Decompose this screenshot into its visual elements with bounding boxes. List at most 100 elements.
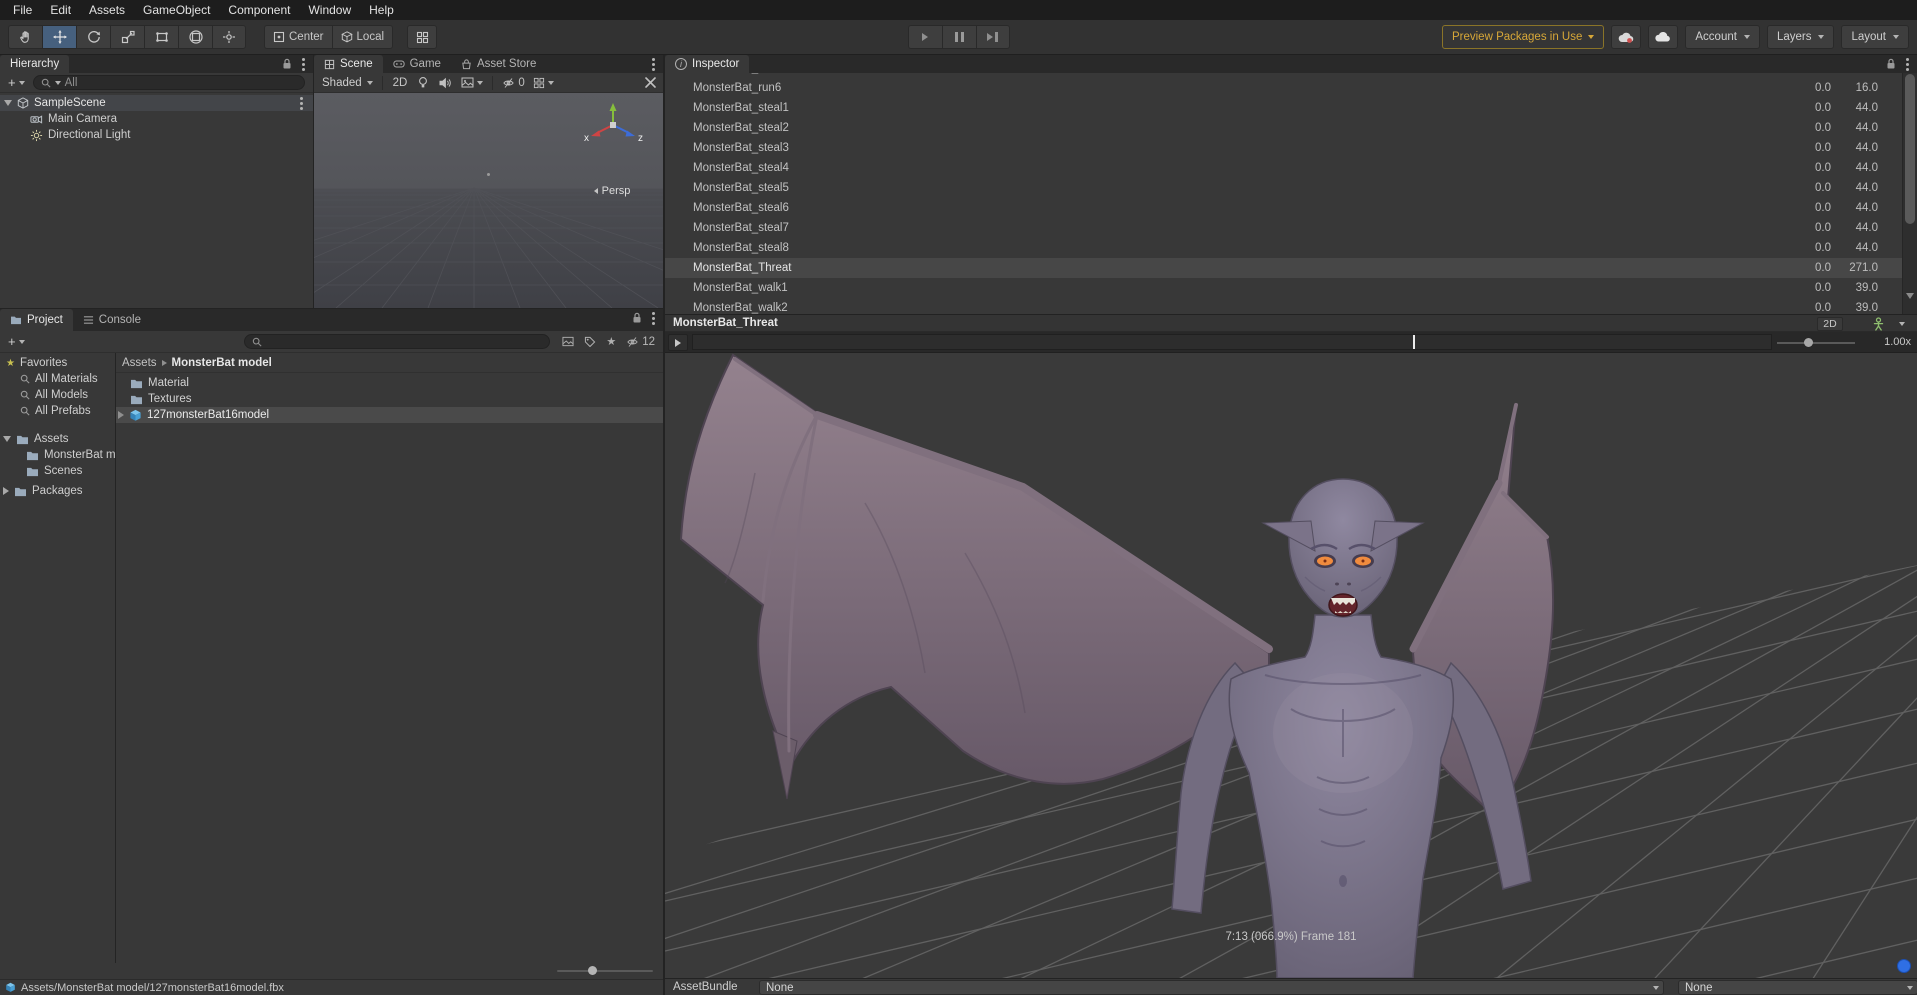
clip-row[interactable]: MonsterBat_run6 0.0 16.0 bbox=[665, 78, 1902, 98]
menu-component[interactable]: Component bbox=[219, 0, 299, 20]
preview-packages-button[interactable]: Preview Packages in Use bbox=[1441, 25, 1605, 49]
clip-row[interactable]: MonsterBat_steal7 0.0 44.0 bbox=[665, 218, 1902, 238]
foldout-open-icon[interactable] bbox=[3, 436, 11, 442]
pivot-local-button[interactable]: Local bbox=[331, 25, 394, 49]
menu-window[interactable]: Window bbox=[299, 0, 360, 20]
favorite-all-prefabs[interactable]: All Prefabs bbox=[0, 403, 115, 419]
folder-assets[interactable]: Assets bbox=[0, 431, 115, 447]
menu-file[interactable]: File bbox=[4, 0, 41, 20]
hierarchy-item-light[interactable]: Directional Light bbox=[0, 127, 313, 143]
hidden-packages-toggle[interactable]: 12 bbox=[626, 336, 655, 348]
lock-icon[interactable] bbox=[282, 58, 292, 70]
tab-inspector[interactable]: i Inspector bbox=[665, 55, 750, 73]
clip-row[interactable]: MonsterBat_steal5 0.0 44.0 bbox=[665, 178, 1902, 198]
hierarchy-item-camera[interactable]: Main Camera bbox=[0, 111, 313, 127]
preview-header[interactable]: MonsterBat_Threat 2D bbox=[665, 314, 1917, 332]
foldout-open-icon[interactable] bbox=[4, 100, 12, 106]
scene-grid-dropdown[interactable] bbox=[529, 77, 558, 89]
tab-hierarchy[interactable]: Hierarchy bbox=[0, 55, 70, 73]
shading-dropdown[interactable]: Shaded bbox=[318, 77, 377, 89]
orientation-gizmo[interactable]: x z bbox=[581, 101, 645, 153]
clip-row[interactable]: MonsterBat_steal6 0.0 44.0 bbox=[665, 198, 1902, 218]
saved-search-star-icon[interactable]: ★ bbox=[606, 335, 616, 348]
favorite-all-models[interactable]: All Models bbox=[0, 387, 115, 403]
model-preview-area[interactable]: 7:13 (066.9%) Frame 181 bbox=[665, 353, 1917, 978]
folder-monsterbat[interactable]: MonsterBat model bbox=[0, 447, 115, 463]
kebab-menu-icon[interactable] bbox=[302, 62, 305, 66]
breadcrumb-current-folder[interactable]: MonsterBat model bbox=[172, 357, 272, 369]
clip-row[interactable]: MonsterBat_steal1 0.0 44.0 bbox=[665, 98, 1902, 118]
folder-scenes[interactable]: Scenes bbox=[0, 463, 115, 479]
preview-2d-toggle[interactable]: 2D bbox=[1817, 317, 1843, 331]
tab-console[interactable]: Console bbox=[73, 309, 151, 331]
asset-item-textures[interactable]: Textures bbox=[116, 391, 663, 407]
rect-tool-button[interactable] bbox=[144, 25, 178, 49]
kebab-menu-icon[interactable] bbox=[652, 316, 655, 320]
tab-game[interactable]: Game bbox=[383, 55, 451, 73]
asset-zoom-slider[interactable] bbox=[557, 970, 653, 972]
pause-button[interactable] bbox=[941, 25, 976, 49]
project-add-button[interactable]: + bbox=[4, 334, 29, 349]
clip-row[interactable]: MonsterBat_walk1 0.0 39.0 bbox=[665, 278, 1902, 298]
menu-assets[interactable]: Assets bbox=[80, 0, 134, 20]
kebab-menu-icon[interactable] bbox=[1906, 62, 1909, 66]
scene-viewport[interactable]: x z Persp bbox=[314, 93, 663, 308]
grid-snap-button[interactable] bbox=[407, 25, 438, 49]
lock-icon[interactable] bbox=[1886, 58, 1896, 70]
clip-row[interactable]: MonsterBat_steal4 0.0 44.0 bbox=[665, 158, 1902, 178]
favorites-root[interactable]: ★ Favorites bbox=[0, 355, 115, 371]
assetbundle-dropdown[interactable]: None bbox=[759, 980, 1664, 995]
breadcrumb-assets[interactable]: Assets bbox=[122, 357, 157, 369]
menu-gameobject[interactable]: GameObject bbox=[134, 0, 219, 20]
asset-item-material[interactable]: Material bbox=[116, 375, 663, 391]
hierarchy-search-input[interactable]: All bbox=[32, 75, 305, 90]
pan-tool-button[interactable] bbox=[8, 25, 42, 49]
clip-list-scrollbar[interactable] bbox=[1902, 73, 1917, 314]
hierarchy-item-scene[interactable]: SampleScene bbox=[0, 95, 313, 111]
kebab-menu-icon[interactable] bbox=[300, 101, 303, 105]
scene-2d-toggle[interactable]: 2D bbox=[388, 77, 413, 89]
menu-help[interactable]: Help bbox=[360, 0, 403, 20]
assetbundle-variant-dropdown[interactable]: None bbox=[1678, 980, 1917, 995]
clip-row[interactable]: MonsterBat_steal8 0.0 44.0 bbox=[665, 238, 1902, 258]
cloud-status-badge[interactable] bbox=[1897, 959, 1911, 973]
clip-row[interactable]: MonsterBat_steal3 0.0 44.0 bbox=[665, 138, 1902, 158]
project-search-input[interactable] bbox=[244, 334, 550, 349]
favorite-all-materials[interactable]: All Materials bbox=[0, 371, 115, 387]
pivot-center-button[interactable]: Center bbox=[264, 25, 332, 49]
step-button[interactable] bbox=[975, 25, 1010, 49]
layers-dropdown[interactable]: Layers bbox=[1766, 25, 1835, 49]
rotate-tool-button[interactable] bbox=[76, 25, 110, 49]
preview-speed-knob[interactable] bbox=[1804, 338, 1813, 347]
clip-row-selected[interactable]: MonsterBat_Threat 0.0 271.0 bbox=[665, 258, 1902, 278]
filter-by-type-icon[interactable] bbox=[562, 336, 574, 347]
scene-lighting-toggle[interactable] bbox=[412, 76, 434, 89]
avatar-icon[interactable] bbox=[1872, 317, 1885, 331]
scroll-down-icon[interactable] bbox=[1906, 293, 1914, 311]
scene-tools-button[interactable] bbox=[644, 76, 657, 89]
asset-zoom-knob[interactable] bbox=[588, 966, 597, 975]
folder-packages[interactable]: Packages bbox=[0, 483, 115, 499]
cloud-button[interactable] bbox=[1648, 25, 1679, 49]
transform-tool-button[interactable] bbox=[178, 25, 212, 49]
move-tool-button[interactable] bbox=[42, 25, 76, 49]
version-control-button[interactable] bbox=[1611, 25, 1642, 49]
chevron-down-icon[interactable] bbox=[1899, 322, 1905, 326]
menu-edit[interactable]: Edit bbox=[41, 0, 80, 20]
custom-tool-button[interactable] bbox=[212, 25, 246, 49]
projection-label[interactable]: Persp bbox=[577, 185, 647, 197]
filter-by-label-icon[interactable] bbox=[584, 336, 596, 347]
scene-audio-toggle[interactable] bbox=[434, 77, 457, 89]
tab-project[interactable]: Project bbox=[0, 309, 73, 331]
tab-scene[interactable]: Scene bbox=[314, 55, 383, 73]
preview-speed-slider[interactable] bbox=[1777, 342, 1855, 344]
scene-visibility-toggle[interactable]: 0 bbox=[498, 77, 528, 89]
preview-timeline[interactable] bbox=[692, 334, 1772, 350]
animation-clip-list[interactable]: MonsterBat_run50.016.0 MonsterBat_run60.… bbox=[665, 73, 1917, 314]
clip-row[interactable]: MonsterBat_walk2 0.0 39.0 bbox=[665, 298, 1902, 314]
foldout-closed-icon[interactable] bbox=[3, 487, 9, 495]
tab-asset-store[interactable]: Asset Store bbox=[451, 55, 546, 73]
scene-effects-dropdown[interactable] bbox=[457, 77, 487, 88]
preview-play-button[interactable] bbox=[668, 334, 688, 351]
play-button[interactable] bbox=[907, 25, 942, 49]
